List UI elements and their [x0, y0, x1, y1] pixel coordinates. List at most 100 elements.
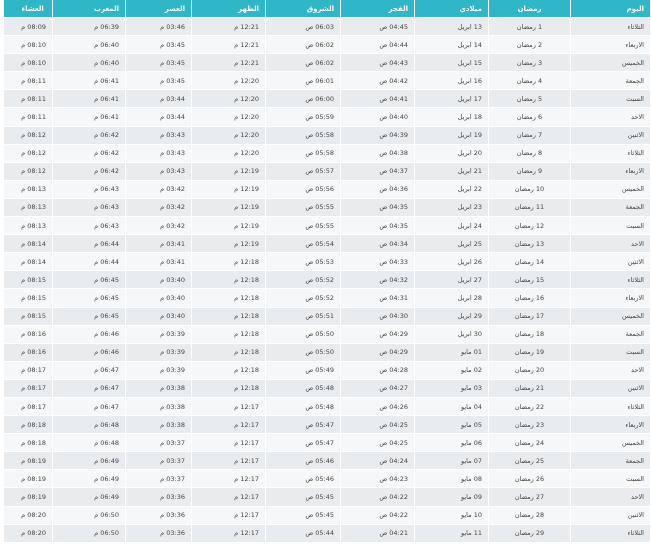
cell-dhuhr: 12:17 م — [191, 505, 266, 525]
cell-gregorian-date: 01 مايو — [414, 342, 489, 362]
cell-dhuhr: 12:17 م — [191, 487, 266, 507]
header-fajr[interactable]: الفجر — [340, 0, 415, 18]
cell-asr: 03:40 م — [125, 288, 192, 307]
cell-day: الثلاثاء — [570, 396, 651, 416]
cell-fajr: 04:33 ص — [340, 252, 415, 271]
cell-maghrib: 06:49 م — [52, 469, 126, 488]
cell-asr: 03:45 م — [125, 35, 192, 54]
cell-maghrib: 06:41 م — [52, 89, 126, 108]
cell-asr: 03:40 م — [125, 270, 192, 289]
cell-day: الجمعة — [570, 324, 651, 344]
cell-dhuhr: 12:17 م — [191, 396, 266, 416]
table-row: الاربعاء 23 رمضان 05 مايو 04:25 ص 05:47 ص 12:… — [3, 415, 651, 434]
table-row: الاثنين 28 رمضان 10 مايو 04:22 ص 05:45 ص 12:1… — [3, 505, 651, 525]
cell-ramadan-day: 15 رمضان — [488, 270, 571, 289]
cell-gregorian-date: 13 ابريل — [414, 16, 489, 36]
header-dhuhr[interactable]: الظهر — [191, 0, 266, 18]
header-isha[interactable]: العشاء — [3, 0, 53, 18]
table-header-row: اليوم رمضان ميلادي الفجر الشروق الظهر ال… — [3, 0, 651, 18]
cell-sunrise: 05:46 ص — [265, 469, 341, 488]
cell-ramadan-day: 7 رمضان — [488, 125, 571, 145]
cell-maghrib: 06:43 م — [52, 197, 126, 217]
cell-fajr: 04:43 ص — [340, 53, 415, 72]
cell-fajr: 04:39 ص — [340, 125, 415, 145]
cell-ramadan-day: 23 رمضان — [488, 415, 571, 434]
table-row: الاحد 6 رمضان 18 ابريل 04:40 ص 05:59 ص 12:20 … — [3, 107, 651, 127]
cell-maghrib: 06:43 م — [52, 179, 126, 199]
cell-isha: 08:15 م — [3, 306, 53, 326]
cell-fajr: 04:22 ص — [340, 487, 415, 507]
cell-asr: 03:41 م — [125, 234, 192, 253]
cell-maghrib: 06:50 م — [52, 505, 126, 525]
cell-fajr: 04:44 ص — [340, 35, 415, 54]
cell-dhuhr: 12:18 م — [191, 306, 266, 326]
table-row: الثلاثاء 29 رمضان 11 مايو 04:21 ص 05:44 ص 12:… — [3, 523, 651, 542]
cell-sunrise: 05:48 ص — [265, 396, 341, 416]
header-gregorian[interactable]: ميلادي — [414, 0, 489, 18]
cell-sunrise: 05:59 ص — [265, 107, 341, 127]
cell-maghrib: 06:47 م — [52, 396, 126, 416]
cell-ramadan-day: 5 رمضان — [488, 89, 571, 108]
table-row: الاثنين 14 رمضان 26 ابريل 04:33 ص 05:53 ص 12:… — [3, 252, 651, 271]
cell-fajr: 04:22 ص — [340, 505, 415, 525]
table-row: الاثنين 21 رمضان 03 مايو 04:27 ص 05:48 ص 12:1… — [3, 378, 651, 398]
cell-sunrise: 05:57 ص — [265, 161, 341, 181]
header-asr[interactable]: العصر — [125, 0, 192, 18]
cell-day: الاثنين — [570, 378, 651, 398]
table-row: السبت 19 رمضان 01 مايو 04:29 ص 05:50 ص 12:18 … — [3, 342, 651, 362]
header-ramadan[interactable]: رمضان — [488, 0, 571, 18]
table-row: الاحد 27 رمضان 09 مايو 04:22 ص 05:45 ص 12:17 … — [3, 487, 651, 507]
cell-ramadan-day: 17 رمضان — [488, 306, 571, 326]
cell-asr: 03:38 م — [125, 415, 192, 434]
cell-fajr: 04:29 ص — [340, 324, 415, 344]
cell-sunrise: 05:45 ص — [265, 487, 341, 507]
cell-day: الجمعة — [570, 71, 651, 90]
header-sunrise[interactable]: الشروق — [265, 0, 341, 18]
cell-fajr: 04:28 ص — [340, 360, 415, 380]
cell-asr: 03:36 م — [125, 505, 192, 525]
cell-asr: 03:43 م — [125, 125, 192, 145]
cell-day: الاحد — [570, 360, 651, 380]
table-row: الاربعاء 16 رمضان 28 ابريل 04:31 ص 05:52 ص 12… — [3, 288, 651, 307]
table-row: الجمعة 25 رمضان 07 مايو 04:24 ص 05:46 ص 12:17… — [3, 451, 651, 470]
table-row: الاربعاء 9 رمضان 21 ابريل 04:37 ص 05:57 ص 12:… — [3, 161, 651, 181]
header-day[interactable]: اليوم — [570, 0, 651, 18]
cell-ramadan-day: 13 رمضان — [488, 234, 571, 253]
cell-sunrise: 06:00 ص — [265, 89, 341, 108]
cell-asr: 03:42 م — [125, 197, 192, 217]
cell-isha: 08:14 م — [3, 252, 53, 271]
cell-maghrib: 06:40 م — [52, 53, 126, 72]
cell-day: الاثنين — [570, 125, 651, 145]
cell-dhuhr: 12:20 م — [191, 89, 266, 108]
cell-dhuhr: 12:19 م — [191, 161, 266, 181]
cell-fajr: 04:40 ص — [340, 107, 415, 127]
cell-asr: 03:45 م — [125, 53, 192, 72]
prayer-times-table: اليوم رمضان ميلادي الفجر الشروق الظهر ال… — [3, 0, 651, 542]
cell-dhuhr: 12:18 م — [191, 270, 266, 289]
cell-sunrise: 05:55 ص — [265, 197, 341, 217]
cell-isha: 08:18 م — [3, 433, 53, 452]
cell-gregorian-date: 07 مايو — [414, 451, 489, 470]
cell-maghrib: 06:44 م — [52, 252, 126, 271]
cell-dhuhr: 12:17 م — [191, 523, 266, 542]
cell-day: الاربعاء — [570, 288, 651, 307]
cell-fajr: 04:36 ص — [340, 179, 415, 199]
cell-asr: 03:44 م — [125, 107, 192, 127]
cell-isha: 08:14 م — [3, 234, 53, 253]
cell-sunrise: 05:55 ص — [265, 216, 341, 235]
cell-fajr: 04:29 ص — [340, 342, 415, 362]
cell-ramadan-day: 25 رمضان — [488, 451, 571, 470]
cell-asr: 03:37 م — [125, 451, 192, 470]
cell-maghrib: 06:43 م — [52, 216, 126, 235]
cell-day: الثلاثاء — [570, 16, 651, 36]
cell-day: الاحد — [570, 487, 651, 507]
cell-ramadan-day: 8 رمضان — [488, 143, 571, 163]
cell-gregorian-date: 24 ابريل — [414, 216, 489, 235]
cell-ramadan-day: 10 رمضان — [488, 179, 571, 199]
header-maghrib[interactable]: المغرب — [52, 0, 126, 18]
cell-dhuhr: 12:17 م — [191, 433, 266, 452]
cell-fajr: 04:25 ص — [340, 433, 415, 452]
table-row: الجمعة 11 رمضان 23 ابريل 04:35 ص 05:55 ص 12:1… — [3, 197, 651, 217]
cell-gregorian-date: 14 ابريل — [414, 35, 489, 54]
cell-fajr: 04:42 ص — [340, 71, 415, 90]
